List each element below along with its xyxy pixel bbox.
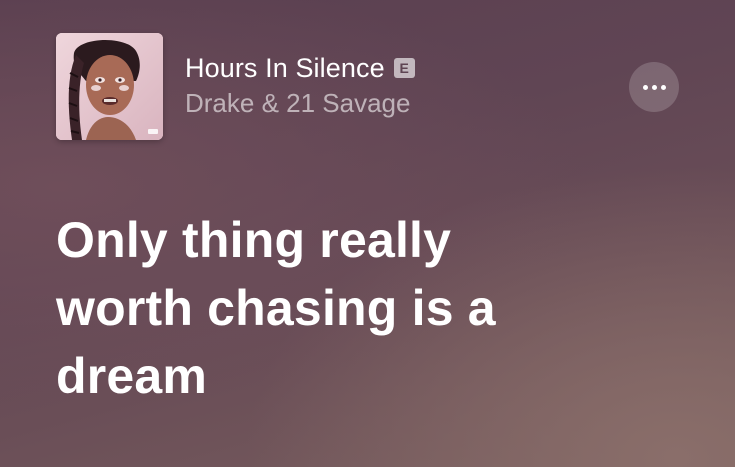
explicit-badge: E — [393, 58, 415, 78]
track-artist[interactable]: Drake & 21 Savage — [185, 88, 415, 119]
lyric-line[interactable]: dream — [56, 342, 676, 410]
lyrics-block: Only thing really worth chasing is a dre… — [56, 206, 676, 410]
album-cover-image — [56, 33, 163, 140]
track-info: Hours In Silence E Drake & 21 Savage — [185, 49, 415, 119]
track-title-row: Hours In Silence E — [185, 49, 415, 87]
lyric-line[interactable]: Only thing really — [56, 206, 676, 274]
track-title[interactable]: Hours In Silence — [185, 53, 385, 84]
album-art[interactable] — [56, 33, 163, 140]
lyric-line[interactable]: worth chasing is a — [56, 274, 676, 342]
more-options-button[interactable] — [629, 62, 679, 112]
now-playing-header: Hours In Silence E Drake & 21 Savage — [56, 33, 686, 141]
ellipsis-icon — [642, 84, 666, 90]
